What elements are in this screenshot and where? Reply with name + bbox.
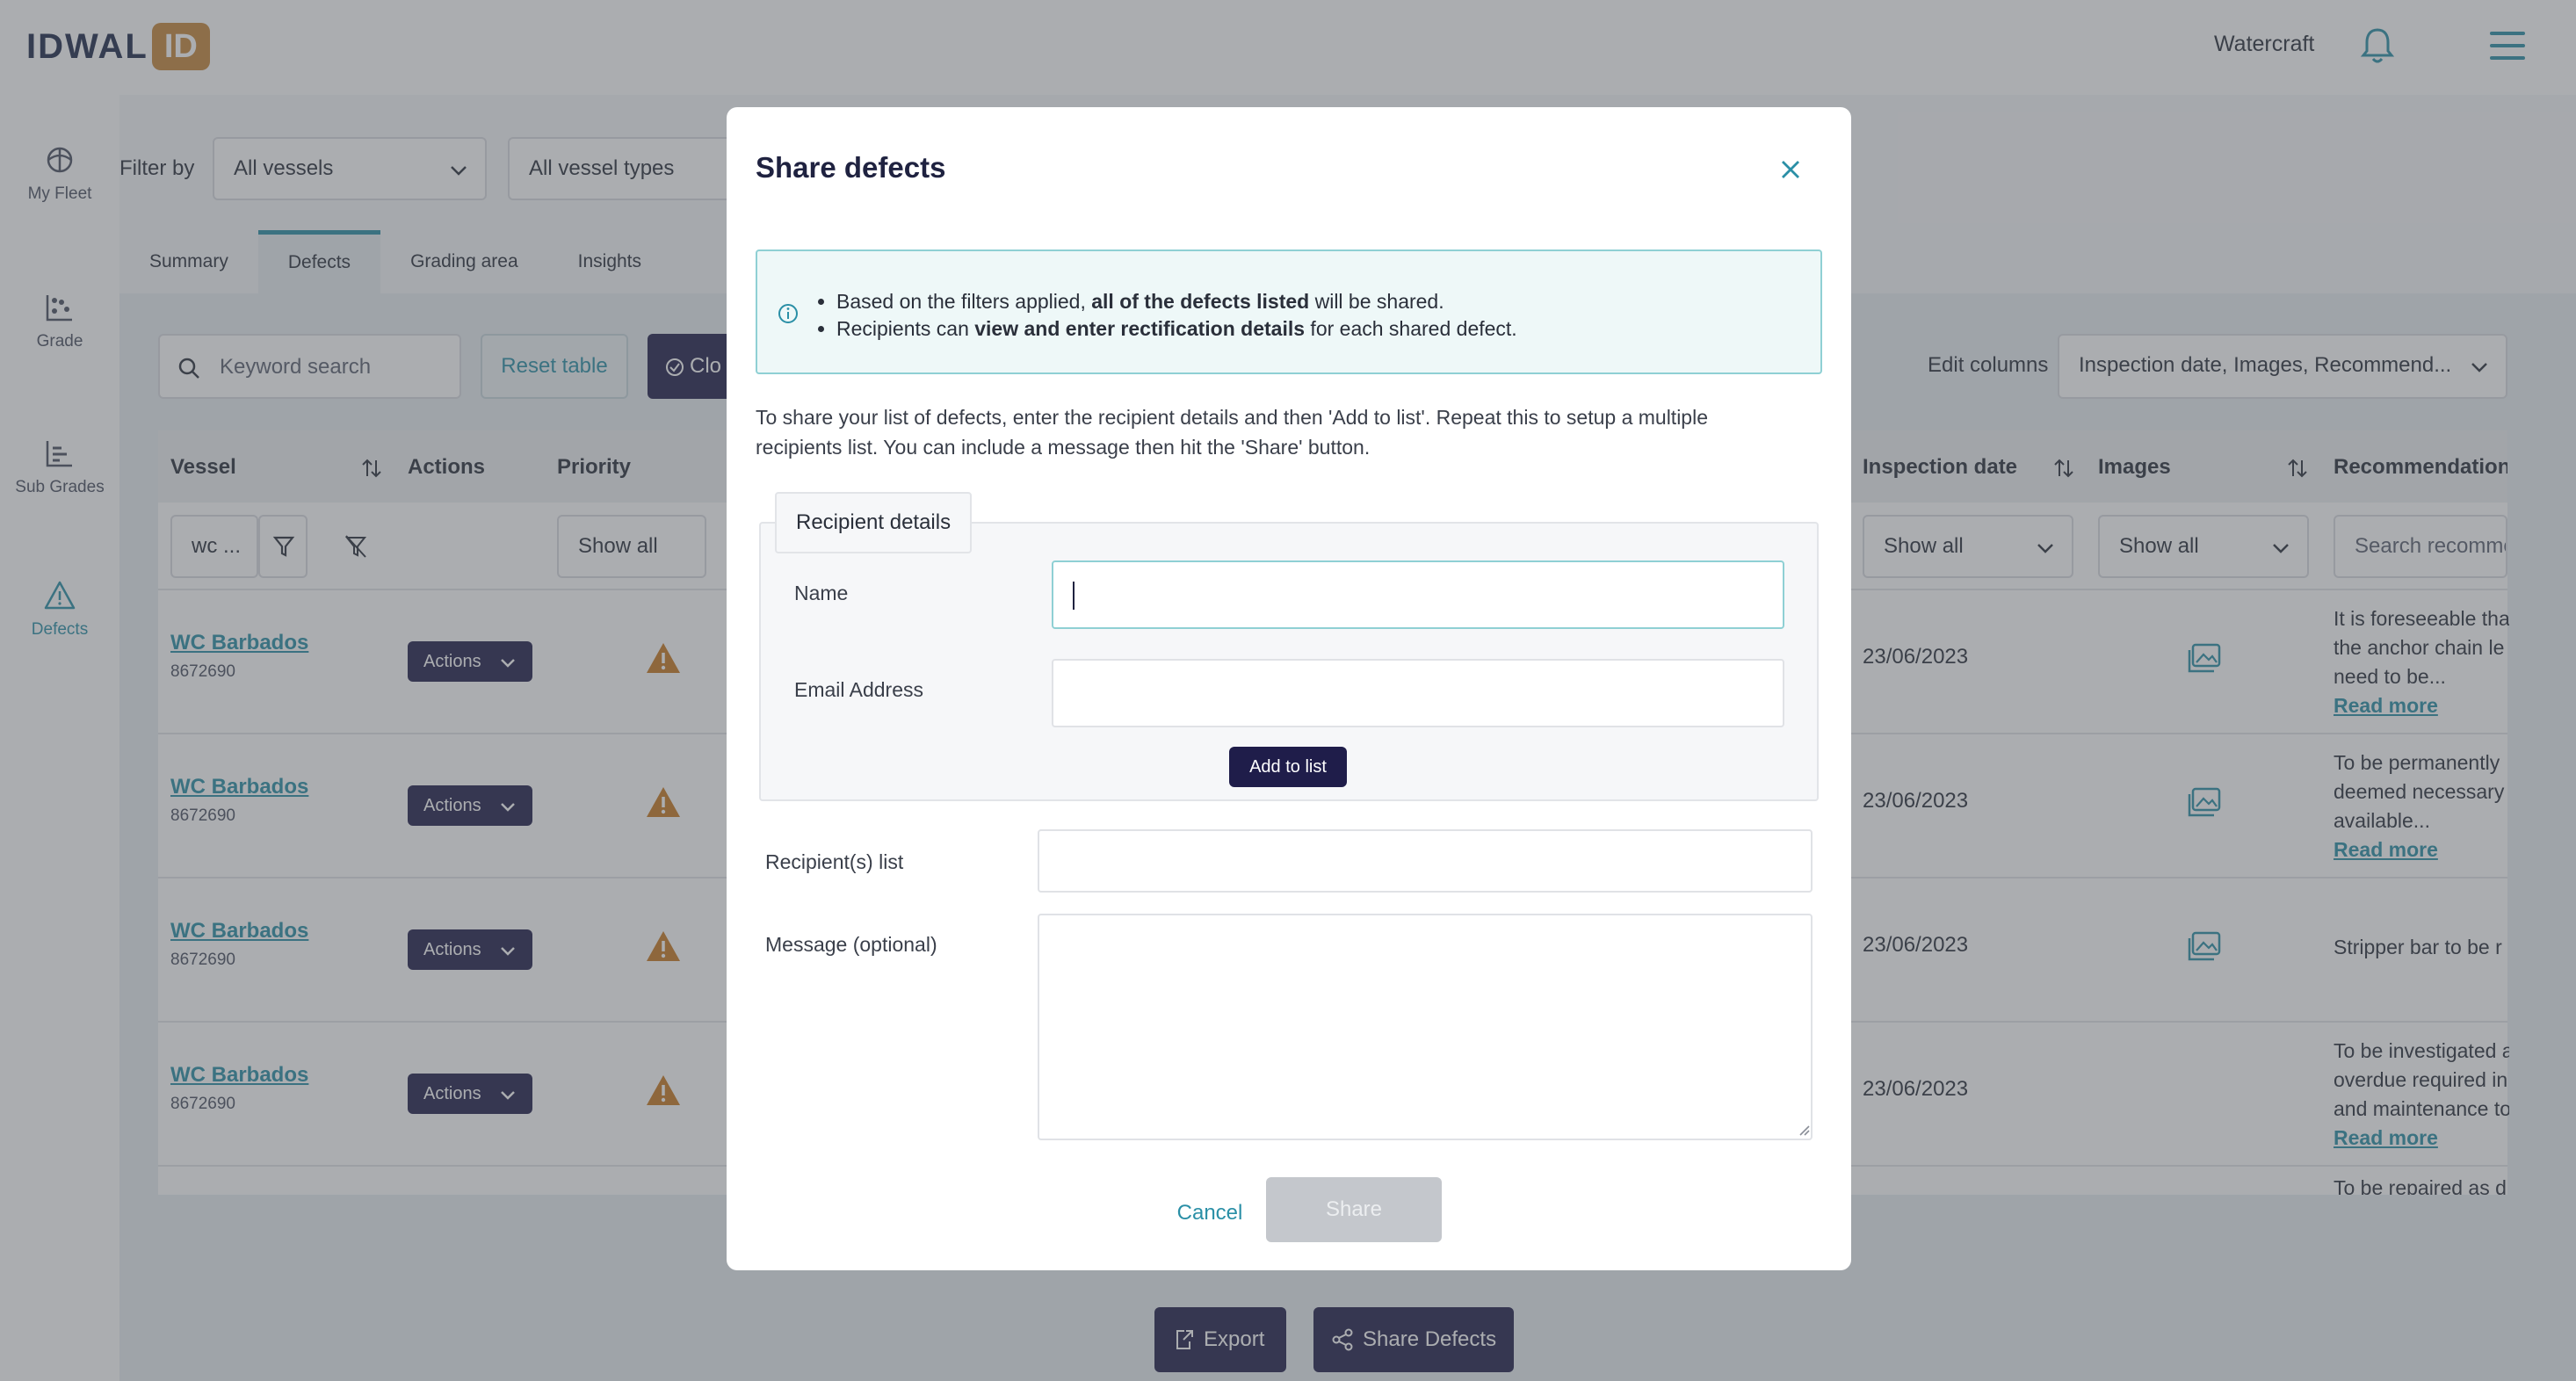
message-label: Message (optional) (765, 933, 937, 956)
modal-description: To share your list of defects, enter the… (756, 402, 1822, 462)
text-cursor (1073, 582, 1075, 610)
name-label: Name (794, 582, 849, 604)
close-icon[interactable] (1777, 156, 1804, 183)
cancel-button[interactable]: Cancel (1154, 1191, 1265, 1235)
info-alert: Based on the filters applied, all of the… (756, 249, 1822, 374)
description-line: recipients list. You can include a messa… (756, 436, 1371, 459)
info-icon (778, 304, 798, 323)
add-to-list-button[interactable]: Add to list (1229, 747, 1347, 787)
share-defects-modal: Share defects Based on the filters appli… (727, 107, 1851, 1270)
info-line-2: Recipients can view and enter rectificat… (836, 315, 1517, 343)
recipients-list-label: Recipient(s) list (765, 850, 904, 873)
recipient-details-legend: Recipient details (775, 492, 973, 553)
share-button[interactable]: Share (1266, 1177, 1442, 1242)
recipients-list-box[interactable] (1038, 829, 1813, 893)
info-list: Based on the filters applied, all of the… (836, 288, 1517, 343)
email-input[interactable] (1052, 659, 1784, 727)
resize-handle-icon[interactable] (1797, 1123, 1811, 1137)
name-input[interactable] (1052, 560, 1784, 629)
email-label: Email Address (794, 678, 924, 701)
description-line: To share your list of defects, enter the… (756, 406, 1708, 429)
message-textarea[interactable] (1038, 914, 1813, 1140)
modal-title: Share defects (756, 151, 946, 184)
info-line-1: Based on the filters applied, all of the… (836, 288, 1517, 315)
